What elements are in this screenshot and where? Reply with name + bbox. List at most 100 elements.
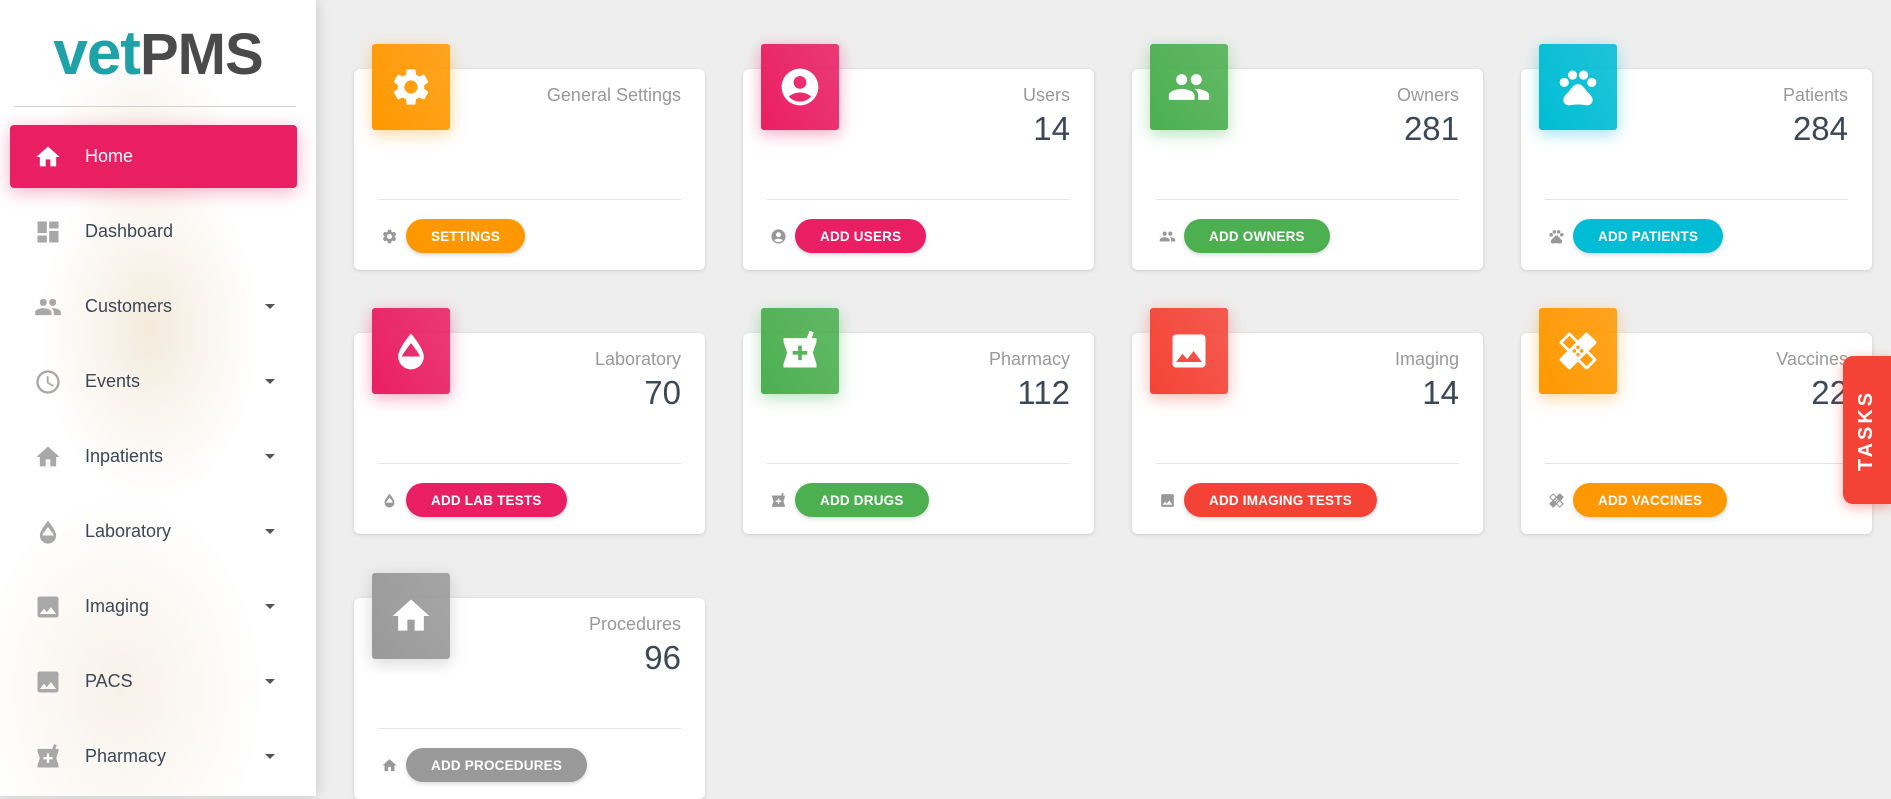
card-count: 281 [1403, 110, 1459, 147]
image-icon [1167, 329, 1211, 373]
people-icon [33, 292, 63, 322]
card-divider [378, 463, 681, 464]
caret-down-icon[interactable] [265, 679, 275, 684]
app-logo[interactable]: vetPMS [0, 18, 316, 89]
card-title: Patients [1782, 85, 1848, 105]
card-icon-bandage-icon [1539, 308, 1617, 394]
drop-icon [389, 329, 433, 373]
home-icon [33, 442, 63, 472]
add-patients-button[interactable]: ADD PATIENTS [1573, 219, 1724, 253]
caret-down-icon[interactable] [265, 754, 275, 759]
home-icon [389, 594, 433, 638]
card-footer: SETTINGS [380, 219, 526, 253]
card-footer: ADD DRUGS [769, 483, 929, 517]
card-count: 112 [1017, 374, 1070, 411]
add-lab-tests-button[interactable]: ADD LAB TESTS [406, 483, 567, 517]
card-pharmacy: Pharmacy 112 ADD DRUGS [743, 308, 1094, 534]
card-title: Laboratory [594, 349, 681, 369]
account-icon [769, 227, 787, 245]
card-count: 14 [1422, 374, 1459, 411]
card-icon-home-icon [372, 573, 450, 659]
sidebar-item-home[interactable]: Home [10, 125, 297, 188]
card-title: Imaging [1394, 349, 1459, 369]
add-users-button[interactable]: ADD USERS [795, 219, 927, 253]
card-patients: Patients 284 ADD PATIENTS [1521, 44, 1872, 270]
drop-icon [33, 517, 63, 547]
card-count: 284 [1792, 110, 1848, 147]
sidebar-item-label: Imaging [85, 596, 150, 616]
card-title: General Settings [546, 85, 681, 105]
card-icon-pharmacy-icon [761, 308, 839, 394]
card-divider [1545, 463, 1848, 464]
add-owners-button[interactable]: ADD OWNERS [1184, 219, 1330, 253]
card-footer: ADD VACCINES [1547, 483, 1728, 517]
dashboard-icon [33, 217, 63, 247]
card-laboratory: Laboratory 70 ADD LAB TESTS [354, 308, 705, 534]
card-title: Procedures [588, 614, 681, 634]
gear-icon [389, 65, 433, 109]
caret-down-icon[interactable] [265, 604, 275, 609]
sidebar-item-label: PACS [85, 671, 133, 691]
sidebar-item-label: Customers [85, 296, 173, 316]
card-divider [1545, 199, 1848, 200]
image-icon [1158, 491, 1176, 509]
add-vaccines-button[interactable]: ADD VACCINES [1573, 483, 1728, 517]
card-count: 70 [644, 374, 681, 411]
paw-icon [1556, 65, 1600, 109]
sidebar-item-label: Events [85, 371, 141, 391]
card-users: Users 14 ADD USERS [743, 44, 1094, 270]
account-icon [778, 65, 822, 109]
pharmacy-icon [769, 491, 787, 509]
home-icon [33, 142, 63, 172]
gear-icon [380, 227, 398, 245]
sidebar-nav: Home Dashboard Customers Events Inpatients La… [0, 125, 316, 796]
pharmacy-icon [778, 329, 822, 373]
sidebar-item-inpatients[interactable]: Inpatients [10, 425, 297, 488]
card-icon-gear-icon [372, 44, 450, 130]
bandage-icon [1547, 491, 1565, 509]
card-footer: ADD IMAGING TESTS [1158, 483, 1377, 517]
sidebar-item-pharmacy[interactable]: Pharmacy [10, 725, 297, 788]
card-divider [378, 199, 681, 200]
image-icon [33, 592, 63, 622]
sidebar-item-dashboard[interactable]: Dashboard [10, 200, 297, 263]
tasks-tab[interactable]: TASKS [1843, 356, 1891, 504]
sidebar-item-pacs[interactable]: PACS [10, 650, 297, 713]
card-footer: ADD PROCEDURES [380, 748, 588, 782]
caret-down-icon[interactable] [265, 454, 275, 459]
caret-down-icon[interactable] [265, 304, 275, 309]
card-divider [1156, 199, 1459, 200]
add-imaging-tests-button[interactable]: ADD IMAGING TESTS [1184, 483, 1377, 517]
card-vaccines: Vaccines 22 ADD VACCINES [1521, 308, 1872, 534]
sidebar-item-imaging[interactable]: Imaging [10, 575, 297, 638]
card-icon-drop-icon [372, 308, 450, 394]
caret-down-icon[interactable] [265, 529, 275, 534]
sidebar: vetPMS Home Dashboard Customers Events Inpat… [0, 0, 316, 796]
caret-down-icon[interactable] [265, 379, 275, 384]
add-procedures-button[interactable]: ADD PROCEDURES [406, 748, 588, 782]
drop-icon [380, 491, 398, 509]
card-icon-account-icon [761, 44, 839, 130]
sidebar-item-label: Inpatients [85, 446, 164, 466]
card-title: Pharmacy [988, 349, 1070, 369]
sidebar-item-label: Home [85, 146, 134, 166]
settings-button[interactable]: SETTINGS [406, 219, 526, 253]
card-count: 14 [1033, 110, 1070, 147]
card-title: Users [1022, 85, 1070, 105]
people-icon [1167, 65, 1211, 109]
bandage-icon [1556, 329, 1600, 373]
card-footer: ADD PATIENTS [1547, 219, 1724, 253]
home-icon [380, 756, 398, 774]
card-footer: ADD LAB TESTS [380, 483, 567, 517]
card-divider [378, 728, 681, 729]
sidebar-item-customers[interactable]: Customers [10, 275, 297, 338]
sidebar-item-label: Laboratory [85, 521, 172, 541]
card-footer: ADD OWNERS [1158, 219, 1330, 253]
sidebar-item-events[interactable]: Events [10, 350, 297, 413]
add-drugs-button[interactable]: ADD DRUGS [795, 483, 929, 517]
card-imaging: Imaging 14 ADD IMAGING TESTS [1132, 308, 1483, 534]
sidebar-item-label: Pharmacy [85, 746, 167, 766]
sidebar-item-laboratory[interactable]: Laboratory [10, 500, 297, 563]
card-title: Vaccines [1776, 349, 1848, 369]
tasks-tab-label: TASKS [1855, 389, 1878, 471]
